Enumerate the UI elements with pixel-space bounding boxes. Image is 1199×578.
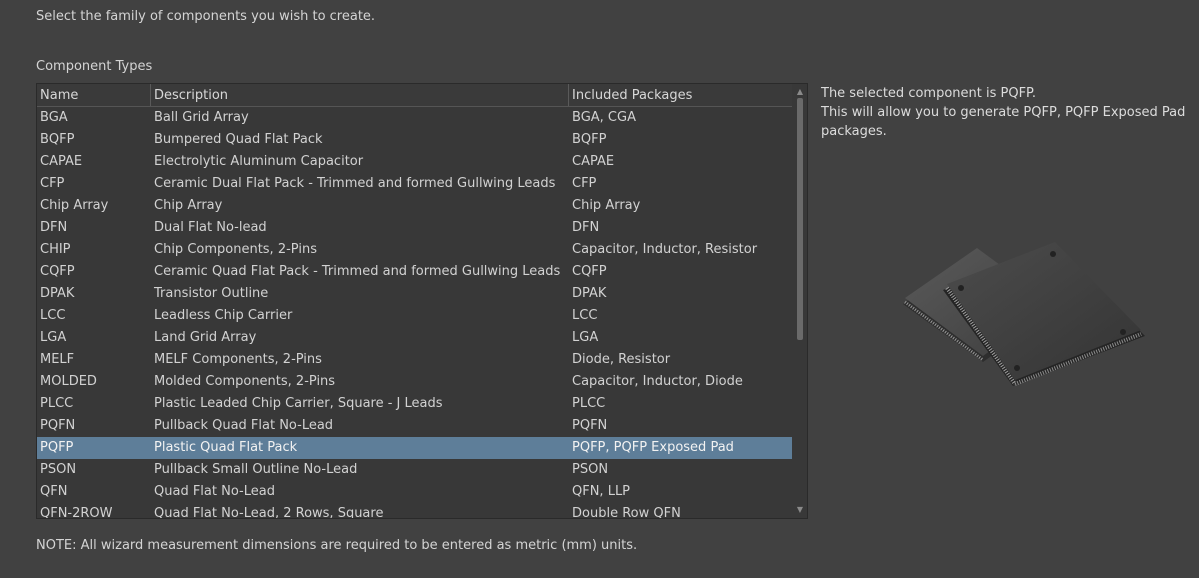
table-row[interactable]: PSON Pullback Small Outline No-Lead PSON: [37, 459, 792, 481]
cell-packages: BGA, CGA: [572, 110, 636, 125]
cell-packages: CQFP: [572, 264, 607, 279]
cell-packages: PSON: [572, 462, 609, 477]
table-header: Name Description Included Packages: [37, 84, 792, 107]
table-body: BGA Ball Grid Array BGA, CGA BQFP Bumpered Q…: [37, 107, 792, 518]
table-row[interactable]: PQFP Plastic Quad Flat Pack PQFP, PQFP Exp…: [37, 437, 792, 459]
cell-packages: PLCC: [572, 396, 606, 411]
cell-description: Ball Grid Array: [154, 110, 249, 125]
cell-description: Transistor Outline: [154, 286, 269, 301]
cell-name: CQFP: [40, 264, 75, 279]
table-row[interactable]: DPAK Transistor Outline DPAK: [37, 283, 792, 305]
cell-name: LGA: [40, 330, 67, 345]
table-row[interactable]: QFN-2ROW Quad Flat No-Lead, 2 Rows, Squar…: [37, 503, 792, 518]
table-row[interactable]: DFN Dual Flat No-lead DFN: [37, 217, 792, 239]
scrollbar-thumb[interactable]: [797, 98, 803, 340]
cell-packages: Diode, Resistor: [572, 352, 671, 367]
cell-description: Chip Components, 2-Pins: [154, 242, 317, 257]
cell-packages: Chip Array: [572, 198, 641, 213]
cell-packages: QFN, LLP: [572, 484, 631, 499]
table-row[interactable]: PQFN Pullback Quad Flat No-Lead PQFN: [37, 415, 792, 437]
cell-packages: Capacitor, Inductor, Diode: [572, 374, 743, 389]
cell-description: Quad Flat No-Lead: [154, 484, 275, 499]
selection-info-line: The selected component is PQFP.: [821, 86, 1037, 101]
table-row[interactable]: QFN Quad Flat No-Lead QFN, LLP: [37, 481, 792, 503]
table-row[interactable]: LCC Leadless Chip Carrier LCC: [37, 305, 792, 327]
cell-packages: DPAK: [572, 286, 607, 301]
units-note: NOTE: All wizard measurement dimensions …: [36, 538, 638, 553]
cell-name: CFP: [40, 176, 65, 191]
cell-description: Chip Array: [154, 198, 223, 213]
table-row[interactable]: Chip Array Chip Array Chip Array: [37, 195, 792, 217]
component-types-label: Component Types: [36, 59, 153, 74]
cell-name: MELF: [40, 352, 75, 367]
cell-name: CAPAE: [40, 154, 83, 169]
cell-packages: Double Row QFN: [572, 506, 681, 518]
scroll-up-icon[interactable]: ▲: [793, 85, 807, 99]
vertical-scrollbar[interactable]: ▲ ▼: [793, 84, 807, 518]
cell-description: Molded Components, 2-Pins: [154, 374, 336, 389]
selection-info: The selected component is PQFP. This wil…: [821, 84, 1191, 141]
selection-info-line: This will allow you to generate PQFP, PQ…: [821, 105, 1186, 120]
cell-description: Pullback Small Outline No-Lead: [154, 462, 358, 477]
cell-description: Land Grid Array: [154, 330, 257, 345]
cell-description: Bumpered Quad Flat Pack: [154, 132, 323, 147]
cell-name: QFN-2ROW: [40, 506, 113, 518]
cell-packages: PQFP, PQFP Exposed Pad: [572, 440, 734, 455]
table-row[interactable]: CQFP Ceramic Quad Flat Pack - Trimmed and…: [37, 261, 792, 283]
cell-packages: Capacitor, Inductor, Resistor: [572, 242, 758, 257]
cell-name: BQFP: [40, 132, 75, 147]
cell-packages: CAPAE: [572, 154, 615, 169]
table-row[interactable]: CAPAE Electrolytic Aluminum Capacitor CAPA…: [37, 151, 792, 173]
table-row[interactable]: BQFP Bumpered Quad Flat Pack BQFP: [37, 129, 792, 151]
cell-description: Ceramic Quad Flat Pack - Trimmed and for…: [154, 264, 561, 279]
cell-description: MELF Components, 2-Pins: [154, 352, 322, 367]
cell-description: Plastic Quad Flat Pack: [154, 440, 298, 455]
cell-name: PQFN: [40, 418, 76, 433]
cell-name: MOLDED: [40, 374, 97, 389]
cell-name: QFN: [40, 484, 68, 499]
cell-packages: LCC: [572, 308, 598, 323]
cell-packages: CFP: [572, 176, 597, 191]
table-row[interactable]: MELF MELF Components, 2-Pins Diode, Resist…: [37, 349, 792, 371]
cell-name: BGA: [40, 110, 68, 125]
component-types-table[interactable]: Name Description Included Packages BGA Ba…: [36, 83, 808, 519]
table-row[interactable]: LGA Land Grid Array LGA: [37, 327, 792, 349]
table-row[interactable]: CHIP Chip Components, 2-Pins Capacitor, In…: [37, 239, 792, 261]
pqfp-package-image: [903, 242, 1145, 386]
cell-name: CHIP: [40, 242, 71, 257]
cell-description: Plastic Leaded Chip Carrier, Square - J …: [154, 396, 443, 411]
intro-text: Select the family of components you wish…: [36, 9, 376, 24]
cell-packages: LGA: [572, 330, 599, 345]
cell-name: DFN: [40, 220, 68, 235]
cell-packages: BQFP: [572, 132, 607, 147]
table-row[interactable]: MOLDED Molded Components, 2-Pins Capacitor…: [37, 371, 792, 393]
cell-name: LCC: [40, 308, 66, 323]
cell-description: Quad Flat No-Lead, 2 Rows, Square: [154, 506, 384, 518]
cell-name: Chip Array: [40, 198, 109, 213]
scroll-down-icon[interactable]: ▼: [793, 503, 807, 517]
cell-description: Leadless Chip Carrier: [154, 308, 293, 323]
cell-name: PQFP: [40, 440, 74, 455]
cell-description: Ceramic Dual Flat Pack - Trimmed and for…: [154, 176, 556, 191]
column-header-included-packages[interactable]: Included Packages: [569, 84, 792, 106]
column-header-name[interactable]: Name: [37, 84, 151, 106]
cell-description: Pullback Quad Flat No-Lead: [154, 418, 334, 433]
cell-name: PSON: [40, 462, 77, 477]
cell-packages: DFN: [572, 220, 600, 235]
cell-description: Electrolytic Aluminum Capacitor: [154, 154, 364, 169]
table-row[interactable]: PLCC Plastic Leaded Chip Carrier, Square …: [37, 393, 792, 415]
cell-description: Dual Flat No-lead: [154, 220, 267, 235]
column-header-description[interactable]: Description: [151, 84, 569, 106]
cell-name: DPAK: [40, 286, 75, 301]
table-row[interactable]: CFP Ceramic Dual Flat Pack - Trimmed and …: [37, 173, 792, 195]
selection-info-line: packages.: [821, 124, 887, 139]
cell-packages: PQFN: [572, 418, 608, 433]
table-row[interactable]: BGA Ball Grid Array BGA, CGA: [37, 107, 792, 129]
cell-name: PLCC: [40, 396, 74, 411]
